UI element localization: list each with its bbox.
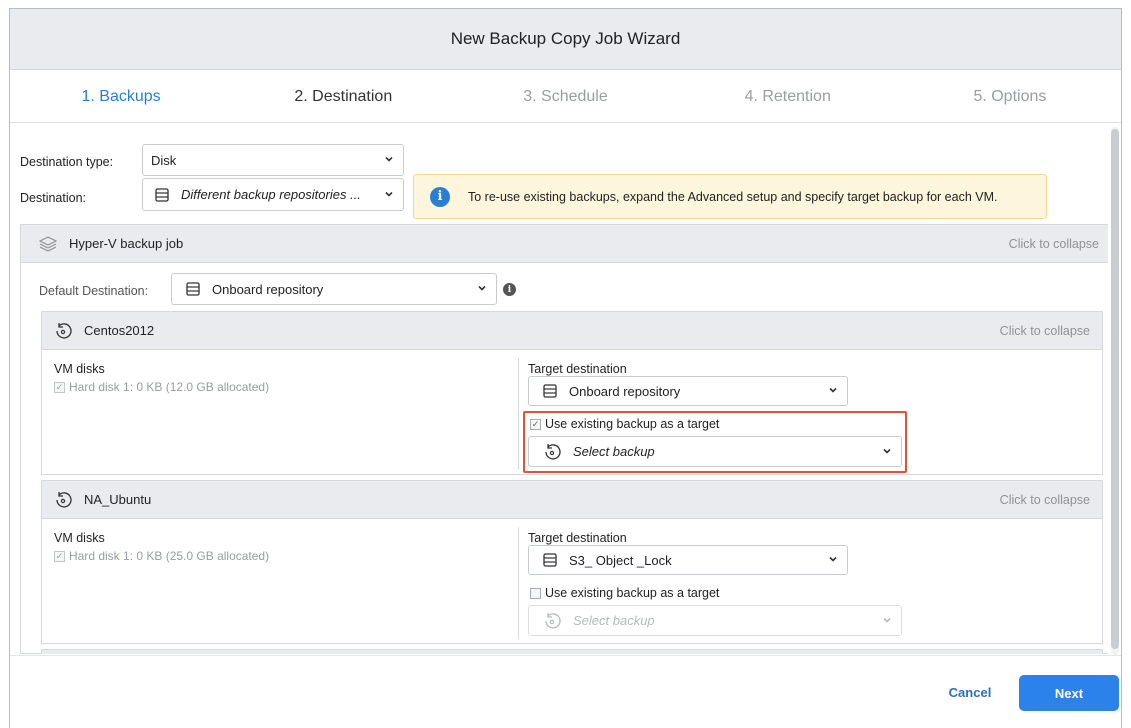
vertical-scrollbar[interactable]	[1111, 127, 1119, 655]
destination-type-value: Disk	[151, 152, 177, 168]
disk-item: ✓ Hard disk 1: 0 KB (12.0 GB allocated)	[54, 380, 269, 394]
repository-icon	[543, 384, 557, 398]
target-destination-select[interactable]: S3_ Object _Lock	[528, 545, 848, 575]
scrollbar-thumb[interactable]	[1111, 129, 1119, 649]
target-destination-select[interactable]: Onboard repository	[528, 376, 848, 406]
target-destination-label: Target destination	[528, 362, 627, 376]
next-button[interactable]: Next	[1019, 675, 1119, 711]
chevron-down-icon	[478, 285, 486, 291]
default-destination-select[interactable]: Onboard repository	[171, 273, 497, 305]
default-destination-label: Default Destination:	[39, 284, 149, 298]
next-vm-block-edge	[41, 649, 1103, 654]
job-header[interactable]: Hyper-V backup job Click to collapse	[21, 225, 1108, 263]
chevron-down-icon	[385, 191, 393, 197]
restore-icon	[54, 491, 72, 509]
job-collapse-link[interactable]: Click to collapse	[1009, 237, 1099, 251]
vm-header[interactable]: NA_Ubuntu Click to collapse	[42, 481, 1102, 519]
destination-select[interactable]: Different backup repositories ...	[142, 178, 404, 211]
restore-icon	[543, 612, 561, 630]
destination-label: Destination:	[20, 191, 87, 205]
select-backup-value: Select backup	[573, 613, 655, 628]
vm-name: Centos2012	[84, 323, 155, 338]
select-backup-dropdown: Select backup	[528, 605, 902, 636]
use-existing-label: Use existing backup as a target	[545, 586, 720, 600]
repository-icon	[155, 187, 169, 202]
chevron-down-icon	[883, 617, 891, 623]
disk-text: Hard disk 1: 0 KB (25.0 GB allocated)	[69, 549, 270, 563]
default-destination-value: Onboard repository	[212, 281, 324, 297]
chevron-down-icon	[829, 556, 837, 562]
info-icon: i	[430, 186, 450, 207]
info-banner-text: To re-use existing backups, expand the A…	[468, 189, 998, 204]
checkbox-unchecked[interactable]: ✓	[530, 587, 541, 599]
restore-icon	[543, 443, 561, 461]
disk-checkbox: ✓	[54, 381, 65, 393]
chevron-down-icon	[883, 448, 891, 454]
wizard-window: New Backup Copy Job Wizard 1. Backups 2.…	[9, 8, 1122, 728]
vm-header[interactable]: Centos2012 Click to collapse	[42, 312, 1102, 350]
target-destination-value: Onboard repository	[569, 383, 681, 399]
step-options[interactable]: 5. Options	[899, 71, 1121, 122]
repository-icon	[543, 553, 557, 567]
layers-icon	[39, 235, 57, 252]
vm-block-centos: Centos2012 Click to collapse VM disks ✓ …	[41, 311, 1103, 475]
info-small-icon[interactable]: i	[503, 283, 516, 296]
chevron-down-icon	[385, 156, 393, 162]
repository-icon	[186, 282, 200, 296]
disk-item: ✓ Hard disk 1: 0 KB (25.0 GB allocated)	[54, 549, 269, 563]
divider	[518, 527, 519, 639]
vm-disks-label: VM disks	[54, 531, 105, 545]
hyperv-job-panel: Hyper-V backup job Click to collapse Def…	[20, 224, 1108, 654]
vm-collapse-link[interactable]: Click to collapse	[1000, 493, 1090, 507]
select-backup-dropdown[interactable]: Select backup	[528, 436, 902, 467]
vm-name: NA_Ubuntu	[84, 492, 152, 507]
wizard-content: Destination type: Disk Destination: Diff…	[10, 124, 1108, 654]
destination-type-select[interactable]: Disk	[142, 144, 404, 176]
use-existing-label: Use existing backup as a target	[545, 417, 720, 431]
vm-disks-label: VM disks	[54, 362, 105, 376]
step-schedule[interactable]: 3. Schedule	[454, 71, 676, 122]
target-destination-value: S3_ Object _Lock	[569, 552, 672, 568]
vm-collapse-link[interactable]: Click to collapse	[1000, 324, 1090, 338]
wizard-steps: 1. Backups 2. Destination 3. Schedule 4.…	[10, 71, 1121, 123]
use-existing-backup-checkbox[interactable]: ✓ Use existing backup as a target	[530, 586, 719, 600]
vm-block-ubuntu: NA_Ubuntu Click to collapse VM disks ✓ H…	[41, 480, 1103, 644]
cancel-button[interactable]: Cancel	[940, 678, 1000, 706]
select-backup-value: Select backup	[573, 444, 655, 459]
disk-text: Hard disk 1: 0 KB (12.0 GB allocated)	[69, 380, 270, 394]
footer-divider	[10, 655, 1121, 656]
divider	[518, 358, 519, 470]
info-banner: i To re-use existing backups, expand the…	[413, 174, 1047, 219]
destination-type-label: Destination type:	[20, 155, 114, 169]
disk-checkbox: ✓	[54, 550, 65, 562]
wizard-title: New Backup Copy Job Wizard	[10, 9, 1121, 70]
step-destination[interactable]: 2. Destination	[232, 71, 454, 122]
job-title: Hyper-V backup job	[69, 236, 184, 251]
step-retention[interactable]: 4. Retention	[677, 71, 899, 122]
use-existing-backup-checkbox[interactable]: ✓ Use existing backup as a target	[530, 417, 719, 431]
destination-value: Different backup repositories ...	[181, 187, 361, 202]
restore-icon	[54, 322, 72, 340]
target-destination-label: Target destination	[528, 531, 627, 545]
step-backups[interactable]: 1. Backups	[10, 71, 232, 122]
checkbox-checked[interactable]: ✓	[530, 418, 541, 430]
chevron-down-icon	[829, 387, 837, 393]
